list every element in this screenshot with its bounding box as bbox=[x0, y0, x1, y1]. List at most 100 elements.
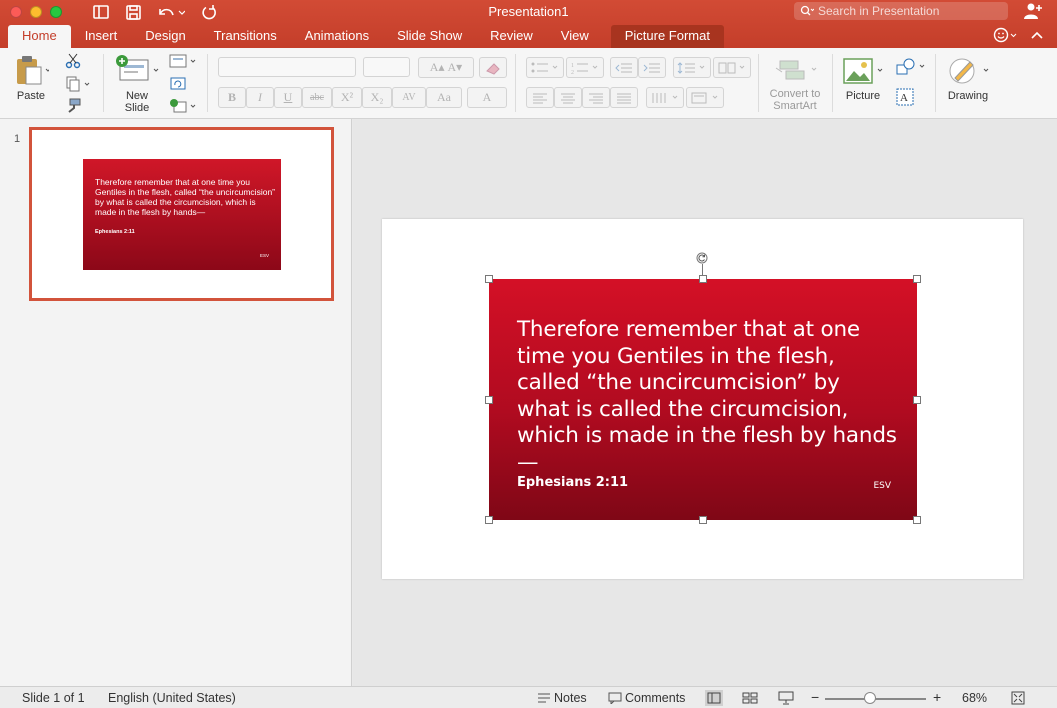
textbox-icon[interactable]: A bbox=[896, 88, 914, 106]
new-slide-button[interactable]: New Slide bbox=[113, 54, 161, 114]
zoom-in-button[interactable]: + bbox=[933, 689, 941, 705]
minimize-window-button[interactable] bbox=[30, 6, 42, 18]
quick-access-toolbar bbox=[92, 3, 218, 21]
resize-handle-top-left[interactable] bbox=[485, 275, 493, 283]
format-painter-icon[interactable] bbox=[64, 97, 82, 115]
share-icon[interactable] bbox=[1023, 2, 1043, 20]
thumbnail-picture: Therefore remember that at one time you … bbox=[83, 159, 281, 270]
resize-handle-bottom[interactable] bbox=[699, 516, 707, 524]
superscript-button[interactable]: X² bbox=[332, 87, 362, 108]
character-spacing-button[interactable]: AV bbox=[392, 87, 426, 108]
font-name-field[interactable] bbox=[218, 57, 356, 77]
change-case-button[interactable]: Aa bbox=[426, 87, 462, 108]
resize-handle-bottom-right[interactable] bbox=[913, 516, 921, 524]
numbering-icon: 12 bbox=[571, 63, 598, 75]
undo-icon[interactable] bbox=[156, 3, 186, 21]
drawing-button[interactable]: Drawing bbox=[944, 56, 992, 102]
tab-home[interactable]: Home bbox=[8, 25, 71, 48]
align-text-icon bbox=[691, 92, 718, 103]
smartart-icon bbox=[775, 60, 817, 80]
smiley-feedback-icon[interactable] bbox=[993, 27, 1019, 43]
comments-icon[interactable] bbox=[608, 692, 622, 704]
tab-insert[interactable]: Insert bbox=[71, 25, 132, 48]
font-size-field[interactable] bbox=[363, 57, 410, 77]
tab-design[interactable]: Design bbox=[131, 25, 199, 48]
layout-icon[interactable] bbox=[169, 52, 197, 70]
tab-picture-format[interactable]: Picture Format bbox=[610, 25, 724, 48]
save-icon[interactable] bbox=[124, 3, 142, 21]
resize-handle-right[interactable] bbox=[913, 396, 921, 404]
search-icon bbox=[800, 5, 814, 16]
tab-animations[interactable]: Animations bbox=[291, 25, 383, 48]
maximize-window-button[interactable] bbox=[50, 6, 62, 18]
underline-button[interactable]: U bbox=[274, 87, 302, 108]
decrease-indent-icon bbox=[615, 63, 632, 72]
sidebar-toggle-icon[interactable] bbox=[92, 3, 110, 21]
decrease-indent-button[interactable] bbox=[610, 57, 638, 78]
ribbon-home: Paste New Slide A▴ A▾ B I U abc X² X₂ AV… bbox=[0, 48, 1057, 119]
line-spacing-button[interactable] bbox=[673, 57, 711, 78]
rotate-handle-icon[interactable] bbox=[696, 252, 708, 264]
subscript-button[interactable]: X₂ bbox=[362, 87, 392, 108]
bold-button[interactable]: B bbox=[218, 87, 246, 108]
language-indicator[interactable]: English (United States) bbox=[108, 691, 236, 705]
copy-icon[interactable] bbox=[64, 75, 94, 93]
paste-button[interactable]: Paste bbox=[10, 54, 52, 102]
selected-picture[interactable]: Therefore remember that at one time you … bbox=[489, 279, 917, 520]
comments-button[interactable]: Comments bbox=[625, 691, 685, 705]
zoom-level[interactable]: 68% bbox=[962, 691, 987, 705]
italic-button[interactable]: I bbox=[246, 87, 274, 108]
presenter-view-icon[interactable] bbox=[778, 691, 794, 705]
tab-slide-show[interactable]: Slide Show bbox=[383, 25, 476, 48]
picture-label: Picture bbox=[845, 90, 881, 102]
align-right-button[interactable] bbox=[582, 87, 610, 108]
reset-slide-icon[interactable] bbox=[169, 75, 187, 93]
redo-icon[interactable] bbox=[200, 3, 218, 21]
notes-button[interactable]: Notes bbox=[554, 691, 587, 705]
resize-handle-left[interactable] bbox=[485, 396, 493, 404]
cut-icon[interactable] bbox=[64, 52, 82, 70]
slide-thumbnail[interactable]: Therefore remember that at one time you … bbox=[29, 127, 334, 301]
shapes-icon[interactable] bbox=[894, 58, 926, 76]
columns-button[interactable] bbox=[713, 57, 751, 78]
grow-shrink-font-buttons[interactable]: A▴ A▾ bbox=[418, 57, 474, 78]
text-direction-button[interactable] bbox=[646, 87, 684, 108]
resize-handle-bottom-left[interactable] bbox=[485, 516, 493, 524]
normal-view-icon[interactable] bbox=[705, 690, 723, 706]
align-center-icon bbox=[561, 93, 575, 103]
zoom-slider-knob[interactable] bbox=[864, 692, 877, 704]
resize-handle-top-right[interactable] bbox=[913, 275, 921, 283]
collapse-ribbon-icon[interactable] bbox=[1031, 30, 1043, 40]
convert-smartart-button[interactable]: Convert to SmartArt bbox=[764, 58, 826, 112]
font-color-button[interactable]: A bbox=[467, 87, 507, 108]
zoom-out-button[interactable]: − bbox=[811, 689, 819, 705]
align-text-button[interactable] bbox=[686, 87, 724, 108]
search-box[interactable] bbox=[794, 2, 1008, 20]
slide-canvas[interactable]: Therefore remember that at one time you … bbox=[382, 219, 1023, 579]
tab-transitions[interactable]: Transitions bbox=[200, 25, 291, 48]
resize-handle-top[interactable] bbox=[699, 275, 707, 283]
tab-review[interactable]: Review bbox=[476, 25, 547, 48]
section-icon[interactable] bbox=[169, 97, 197, 115]
slide-sorter-icon[interactable] bbox=[742, 692, 758, 704]
picture-button[interactable]: Picture bbox=[840, 56, 886, 102]
ribbon-separator bbox=[935, 54, 936, 112]
slide-count: Slide 1 of 1 bbox=[22, 691, 85, 705]
numbering-button[interactable]: 12 bbox=[566, 57, 604, 78]
paste-label: Paste bbox=[16, 90, 46, 102]
search-input[interactable] bbox=[818, 4, 998, 18]
close-window-button[interactable] bbox=[10, 6, 22, 18]
notes-icon[interactable] bbox=[537, 692, 551, 704]
tab-view[interactable]: View bbox=[547, 25, 603, 48]
fit-to-window-icon[interactable] bbox=[1011, 691, 1025, 705]
clear-formatting-button[interactable] bbox=[479, 57, 507, 78]
align-center-button[interactable] bbox=[554, 87, 582, 108]
slide-thumbnails-pane: 1 Therefore remember that at one time yo… bbox=[0, 119, 352, 686]
strikethrough-button[interactable]: abc bbox=[302, 87, 332, 108]
increase-indent-button[interactable] bbox=[638, 57, 666, 78]
align-left-button[interactable] bbox=[526, 87, 554, 108]
ribbon-separator bbox=[758, 54, 759, 112]
justify-button[interactable] bbox=[610, 87, 638, 108]
drawing-icon bbox=[949, 58, 989, 84]
bullets-button[interactable] bbox=[526, 57, 564, 78]
